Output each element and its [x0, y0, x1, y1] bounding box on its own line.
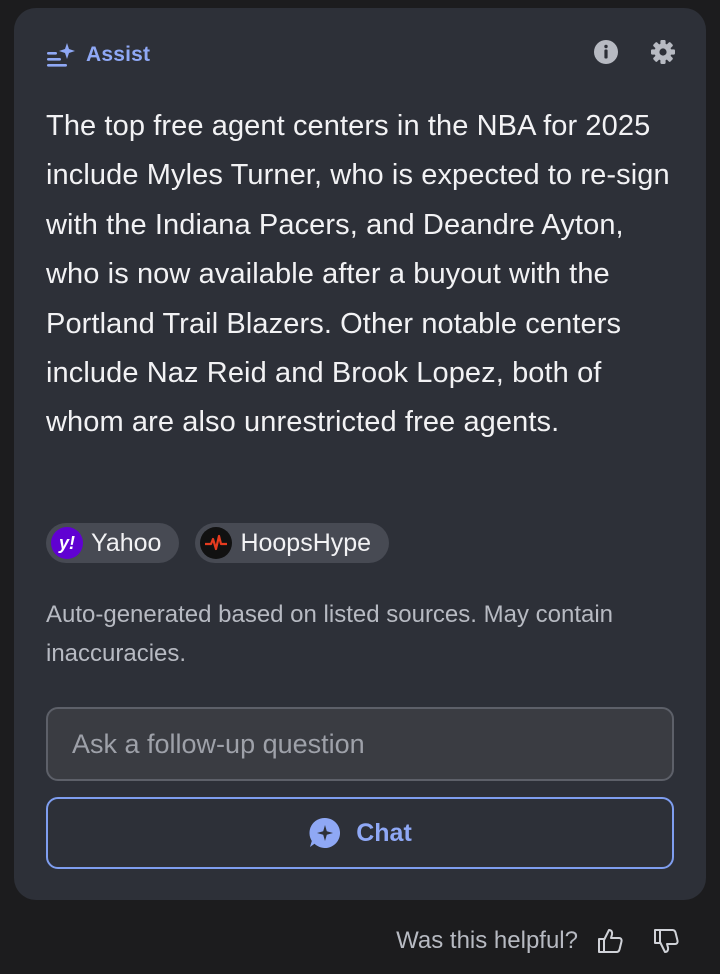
followup-input[interactable]	[46, 707, 674, 781]
source-chip-hoopshype[interactable]: HoopsHype	[195, 523, 390, 563]
thumbs-down-icon[interactable]	[652, 927, 680, 955]
answer-text: The top free agent centers in the NBA fo…	[46, 110, 670, 439]
hoopshype-logo-icon	[200, 527, 233, 559]
source-label: HoopsHype	[240, 528, 372, 557]
assist-header: Assist	[46, 40, 150, 70]
feedback-bar: Was this helpful?	[396, 924, 680, 958]
yahoo-logo-icon: y!	[51, 527, 83, 559]
assist-card: Assist The top free agent centers in the…	[14, 8, 706, 900]
thumbs-up-icon[interactable]	[596, 927, 624, 955]
gear-icon[interactable]	[650, 39, 676, 65]
info-icon[interactable]	[594, 40, 618, 64]
disclaimer-text: Auto-generated based on listed sources. …	[46, 601, 614, 667]
sparkle-list-icon	[47, 43, 75, 67]
assist-title: Assist	[86, 43, 151, 66]
chat-button-label: Chat	[356, 818, 412, 847]
chat-sparkle-icon	[309, 817, 341, 848]
source-label: Yahoo	[91, 528, 162, 557]
feedback-question: Was this helpful?	[396, 927, 578, 954]
source-chip-yahoo[interactable]: y! Yahoo	[46, 523, 180, 563]
source-list: y! Yahoo HoopsHype	[46, 523, 390, 563]
chat-button[interactable]: Chat	[46, 797, 674, 869]
